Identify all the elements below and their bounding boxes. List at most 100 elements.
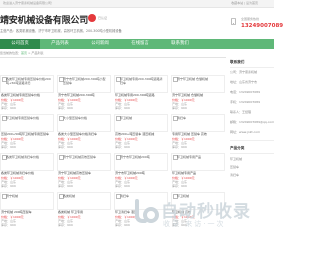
product-title[interactable]: 济宁市环卫机械200吨 <box>115 171 167 175</box>
category-item[interactable]: 环卫机械 <box>230 157 242 161</box>
product-title[interactable]: 济宁机械 200吨压裂车 <box>1 210 53 214</box>
nav-item-home[interactable]: 公司首页 <box>0 39 40 49</box>
product-title[interactable]: 高效200+吨压裂车 液压机械 <box>115 132 167 136</box>
divider <box>0 57 226 58</box>
contact-row: 邮箱：13249007089@qq.com <box>230 120 275 124</box>
breadcrumb-current: 产品列表 <box>31 51 44 55</box>
verified-badge: 已认证 <box>88 14 107 22</box>
product-image[interactable]: 清扫车 <box>171 114 225 132</box>
product-image[interactable]: 各类环卫机械清扫车价格 <box>0 153 54 171</box>
nav-item-products[interactable]: 产品列表 <box>40 39 80 49</box>
product-image[interactable]: 各类机械 <box>57 192 111 210</box>
product-image-alt: 清扫车 <box>177 116 187 120</box>
product-stock: 库存：999 <box>1 145 16 149</box>
product-image-alt: 济宁机械 <box>6 194 19 198</box>
product-title[interactable]: 各类机械 环卫专用 <box>58 210 110 214</box>
contact-row: 电话：13249007089 <box>230 90 260 94</box>
product-image-alt: 各类环卫机械专用压裂车价格200吨+50吨道路清扫 <box>6 77 51 85</box>
product-card[interactable]: 济宁机械 济宁机械 200吨压裂车 价格：￥1000元 产地：山东 库存：999 <box>0 192 54 230</box>
product-image[interactable]: 济宁市环卫机械200-300吨小型压裂车 <box>57 75 111 93</box>
product-card[interactable]: 各类机械 各类机械 环卫专用 价格：￥1000元 产地：山东 库存：999 <box>57 192 111 230</box>
product-image[interactable]: 各类环卫机械专用压裂车价格200吨+50吨道路清扫 <box>0 75 54 93</box>
contact-row: 手机：13249007089 <box>230 100 260 104</box>
product-image[interactable]: 环卫机械 <box>114 114 168 132</box>
divider <box>230 153 274 154</box>
phone-icon <box>231 18 236 25</box>
contact-row: 公司：济宁康泰机械 <box>230 70 258 74</box>
product-image[interactable]: 济宁环卫机械 仓储机械 <box>171 75 225 93</box>
product-card[interactable]: 济宁市环卫机械200吨 济宁市环卫机械200吨 价格：￥1000元 产地：山东 … <box>114 153 168 191</box>
nav-item-contact[interactable]: 联系我们 <box>160 39 200 49</box>
phone-number[interactable]: 13249007089 <box>241 23 283 29</box>
product-card[interactable]: 济宁环卫机械 仓储机械 济宁环卫机械 仓储机械 价格：￥1000元 产地：山东 … <box>171 75 225 113</box>
product-image[interactable]: 济宁市环卫机械200吨 <box>114 153 168 171</box>
product-image-alt: 各类环卫机械清扫车价格 <box>6 155 40 159</box>
product-image[interactable]: 济宁环卫机械高效压裂车 <box>57 153 111 171</box>
product-card[interactable]: 大小型压裂车价格 各类大小型压裂车价格清扫车 价格：￥1000元 产地：山东 库… <box>57 114 111 152</box>
verified-tag: 已认证 <box>98 16 108 20</box>
product-title[interactable]: 环卫机械专用产品 <box>172 171 224 175</box>
product-stock: 库存：999 <box>1 223 16 227</box>
nav-item-news[interactable]: 公司新闻 <box>80 39 120 49</box>
product-title[interactable]: 压裂200+50吨环卫机械专用压裂车 <box>1 132 53 136</box>
product-stock: 库存：999 <box>172 145 187 149</box>
product-stock: 库存：999 <box>172 106 187 110</box>
product-card[interactable]: 环卫机械专用200-300吨道路清扫车 环卫机械专用200-300吨道路 价格：… <box>114 75 168 113</box>
product-title[interactable]: 各类环卫机械专用压裂车价格 <box>1 93 53 97</box>
company-subtitle: 主营产品：各类机械设备，济宁市环卫机械，高效环卫机械，200-300吨小型机械设… <box>0 29 122 33</box>
product-title[interactable]: 各类大小型压裂车价格清扫车 <box>58 132 110 136</box>
header: 靖安机械设备有限公司 已认证 主营产品：各类机械设备，济宁市环卫机械，高效环卫机… <box>0 8 283 38</box>
product-card[interactable]: 环卫机械 高效200+吨压裂车 液压机械 价格：￥1000元 产地：山东 库存：… <box>114 114 168 152</box>
breadcrumb-prefix: 您当前的位置： <box>0 51 22 55</box>
contact-row: 地址：山东省济宁市 <box>230 80 258 84</box>
product-image[interactable]: 济宁机械 <box>0 192 54 210</box>
product-image-alt: 大小型压裂车价格 <box>63 116 88 120</box>
company-name[interactable]: 靖安机械设备有限公司 <box>0 13 88 26</box>
nav-item-message[interactable]: 在线留言 <box>120 39 160 49</box>
product-card[interactable]: 各类环卫机械清扫车价格 各类环卫机械清扫车价格 价格：￥1000元 产地：山东 … <box>0 153 54 191</box>
divider <box>230 140 274 141</box>
watermark-sub: 收录·来访·一次 <box>163 220 226 228</box>
top-bar: 欢迎进入济宁康泰机械设备有限公司！ 收藏本站 | 设为首页 <box>0 0 274 8</box>
product-stock: 库存：999 <box>115 106 130 110</box>
product-card[interactable]: 环卫机械专用产品 环卫机械专用产品 价格：￥1000元 产地：山东 库存：999 <box>171 153 225 191</box>
product-card[interactable]: 济宁环卫机械高效压裂车 济宁环卫机械高效压裂车 价格：￥1000元 产地：山东 … <box>57 153 111 191</box>
product-card[interactable]: 清扫车 专用环卫机械 压裂车 高效 价格：￥1000元 产地：山东 库存：999 <box>171 114 225 152</box>
product-title[interactable]: 专用环卫机械 压裂车 高效 <box>172 132 224 136</box>
product-image[interactable]: 环卫机械专用压裂车价格 <box>0 114 54 132</box>
product-title[interactable]: 济宁市环卫机械200-300吨 <box>58 93 110 97</box>
product-stock: 库存：999 <box>58 145 73 149</box>
product-image-alt: 济宁环卫机械 仓储机械 <box>177 77 208 81</box>
product-card[interactable]: 各类环卫机械专用压裂车价格200吨+50吨道路清扫 各类环卫机械专用压裂车价格 … <box>0 75 54 113</box>
divider <box>230 67 274 68</box>
product-stock: 库存：999 <box>172 184 187 188</box>
contact-row: 联系人：王经理 <box>230 110 252 114</box>
product-stock: 库存：999 <box>58 106 73 110</box>
topbar-links[interactable]: 收藏本站 | 设为首页 <box>231 1 258 5</box>
category-item[interactable]: 清扫车 <box>230 173 239 177</box>
verified-icon <box>88 14 96 22</box>
product-title[interactable]: 济宁环卫机械 仓储机械 <box>172 93 224 97</box>
watermark-logo-icon <box>135 199 159 223</box>
product-title[interactable]: 环卫机械专用200-300吨道路 <box>115 93 167 97</box>
product-image-alt: 济宁市环卫机械200吨 <box>120 155 150 159</box>
product-stock: 库存：999 <box>58 223 73 227</box>
product-image[interactable]: 环卫机械专用产品 <box>171 153 225 171</box>
sidebar-contact-title: 联系我们 <box>230 60 245 64</box>
product-image[interactable]: 大小型压裂车价格 <box>57 114 111 132</box>
product-image[interactable]: 环卫机械专用200-300吨道路清扫车 <box>114 75 168 93</box>
welcome-text: 欢迎进入济宁康泰机械设备有限公司！ <box>3 1 55 5</box>
product-title[interactable]: 各类环卫机械清扫车价格 <box>1 171 53 175</box>
category-item[interactable]: 压裂车 <box>230 165 239 169</box>
product-image-alt: 济宁市环卫机械200-300吨小型压裂车 <box>63 77 106 85</box>
product-stock: 库存：999 <box>58 184 73 188</box>
product-image-alt: 济宁环卫机械高效压裂车 <box>63 155 97 159</box>
product-card[interactable]: 环卫机械专用压裂车价格 压裂200+50吨环卫机械专用压裂车 价格：￥1000元… <box>0 114 54 152</box>
product-stock: 库存：999 <box>1 184 16 188</box>
contact-row[interactable]: 网址：www.jnkt.com <box>230 130 260 134</box>
watermark: 自动秒收录 收录·来访·一次 <box>131 199 271 244</box>
product-stock: 库存：999 <box>115 223 130 227</box>
product-title[interactable]: 济宁环卫机械高效压裂车 <box>58 171 110 175</box>
product-card[interactable]: 济宁市环卫机械200-300吨小型压裂车 济宁市环卫机械200-300吨 价格：… <box>57 75 111 113</box>
product-stock: 库存：999 <box>115 145 130 149</box>
